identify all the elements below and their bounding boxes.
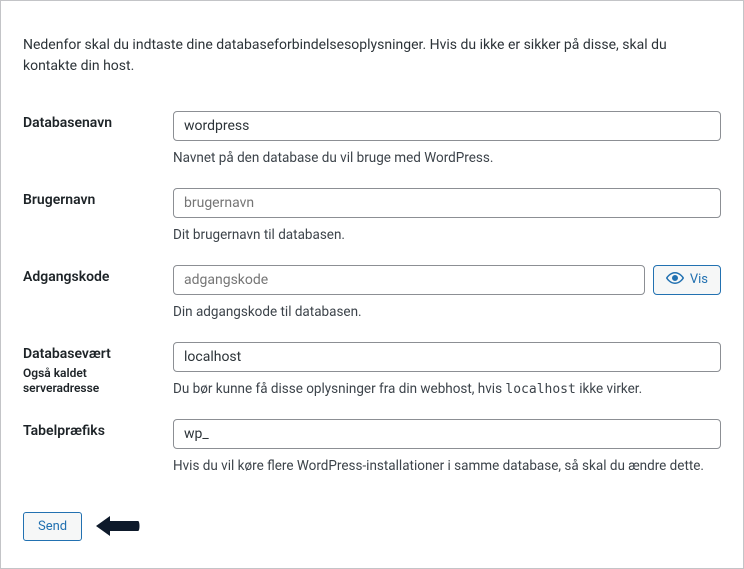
password-input[interactable]: [173, 265, 645, 295]
dbhost-description: Du bør kunne få disse oplysninger fra di…: [173, 380, 721, 399]
eye-icon: [666, 271, 684, 289]
arrow-left-icon: [94, 514, 142, 538]
password-description: Din adgangskode til databasen.: [173, 303, 721, 322]
show-password-label: Vis: [690, 272, 708, 287]
intro-text: Nedenfor skal du indtaste dine databasef…: [23, 35, 721, 77]
password-label: Adgangskode: [23, 269, 109, 285]
dbhost-label: Databasevært: [23, 346, 111, 362]
prefix-description: Hvis du vil køre flere WordPress-install…: [173, 457, 721, 476]
dbname-input[interactable]: [173, 111, 721, 141]
username-input[interactable]: [173, 188, 721, 218]
username-label: Brugernavn: [23, 192, 95, 208]
prefix-input[interactable]: [173, 419, 721, 449]
form-table: Databasenavn Navnet på den database du v…: [23, 103, 721, 488]
dbhost-sublabel: Også kaldet serveradresse: [23, 366, 163, 397]
submit-row: Send: [23, 512, 721, 541]
dbname-description: Navnet på den database du vil bruge med …: [173, 149, 721, 168]
submit-button[interactable]: Send: [23, 512, 82, 541]
dbname-label: Databasenavn: [23, 115, 112, 131]
show-password-button[interactable]: Vis: [653, 265, 721, 295]
prefix-label: Tabelpræfiks: [23, 423, 105, 439]
username-description: Dit brugernavn til databasen.: [173, 226, 721, 245]
db-setup-panel: Nedenfor skal du indtaste dine databasef…: [0, 0, 744, 569]
dbhost-input[interactable]: [173, 342, 721, 372]
